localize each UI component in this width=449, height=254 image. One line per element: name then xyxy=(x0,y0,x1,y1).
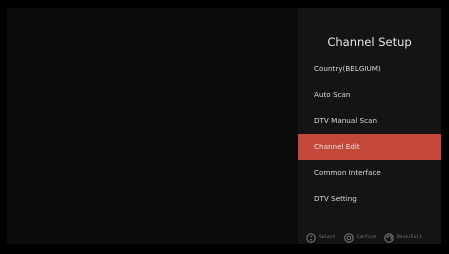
hint-confirm: Confirm xyxy=(343,233,376,243)
tv-screen: Channel Setup Country(BELGIUM) Auto Scan… xyxy=(0,0,449,254)
key-hints-bar: Select Confirm Back/Exit xyxy=(306,232,422,244)
menu-item-label: Auto Scan xyxy=(314,90,351,99)
menu-item-country[interactable]: Country(BELGIUM) xyxy=(298,56,441,82)
hint-select: Select xyxy=(306,233,336,243)
menu-item-label: Common Interface xyxy=(314,168,381,177)
channel-setup-menu: Channel Setup Country(BELGIUM) Auto Scan… xyxy=(298,8,441,244)
menu-item-channel-edit[interactable]: Channel Edit xyxy=(298,134,441,160)
menu-item-label: Channel Edit xyxy=(314,142,360,151)
menu-item-label: DTV Setting xyxy=(314,194,357,203)
menu-item-dtv-setting[interactable]: DTV Setting xyxy=(298,186,441,212)
hint-label: Select xyxy=(319,235,336,240)
menu-item-label: Country(BELGIUM) xyxy=(314,64,381,73)
hint-back-exit: Back/Exit xyxy=(384,233,422,243)
menu-item-label: DTV Manual Scan xyxy=(314,116,378,125)
menu-list: Country(BELGIUM) Auto Scan DTV Manual Sc… xyxy=(298,56,441,212)
ok-button-icon xyxy=(343,233,354,243)
menu-item-common-interface[interactable]: Common Interface xyxy=(298,160,441,186)
menu-item-auto-scan[interactable]: Auto Scan xyxy=(298,82,441,108)
back-button-icon xyxy=(384,233,394,243)
hint-label: Confirm xyxy=(356,235,376,240)
dpad-icon xyxy=(306,233,316,243)
menu-item-dtv-manual-scan[interactable]: DTV Manual Scan xyxy=(298,108,441,134)
hint-label: Back/Exit xyxy=(396,235,422,240)
menu-title: Channel Setup xyxy=(327,35,412,49)
